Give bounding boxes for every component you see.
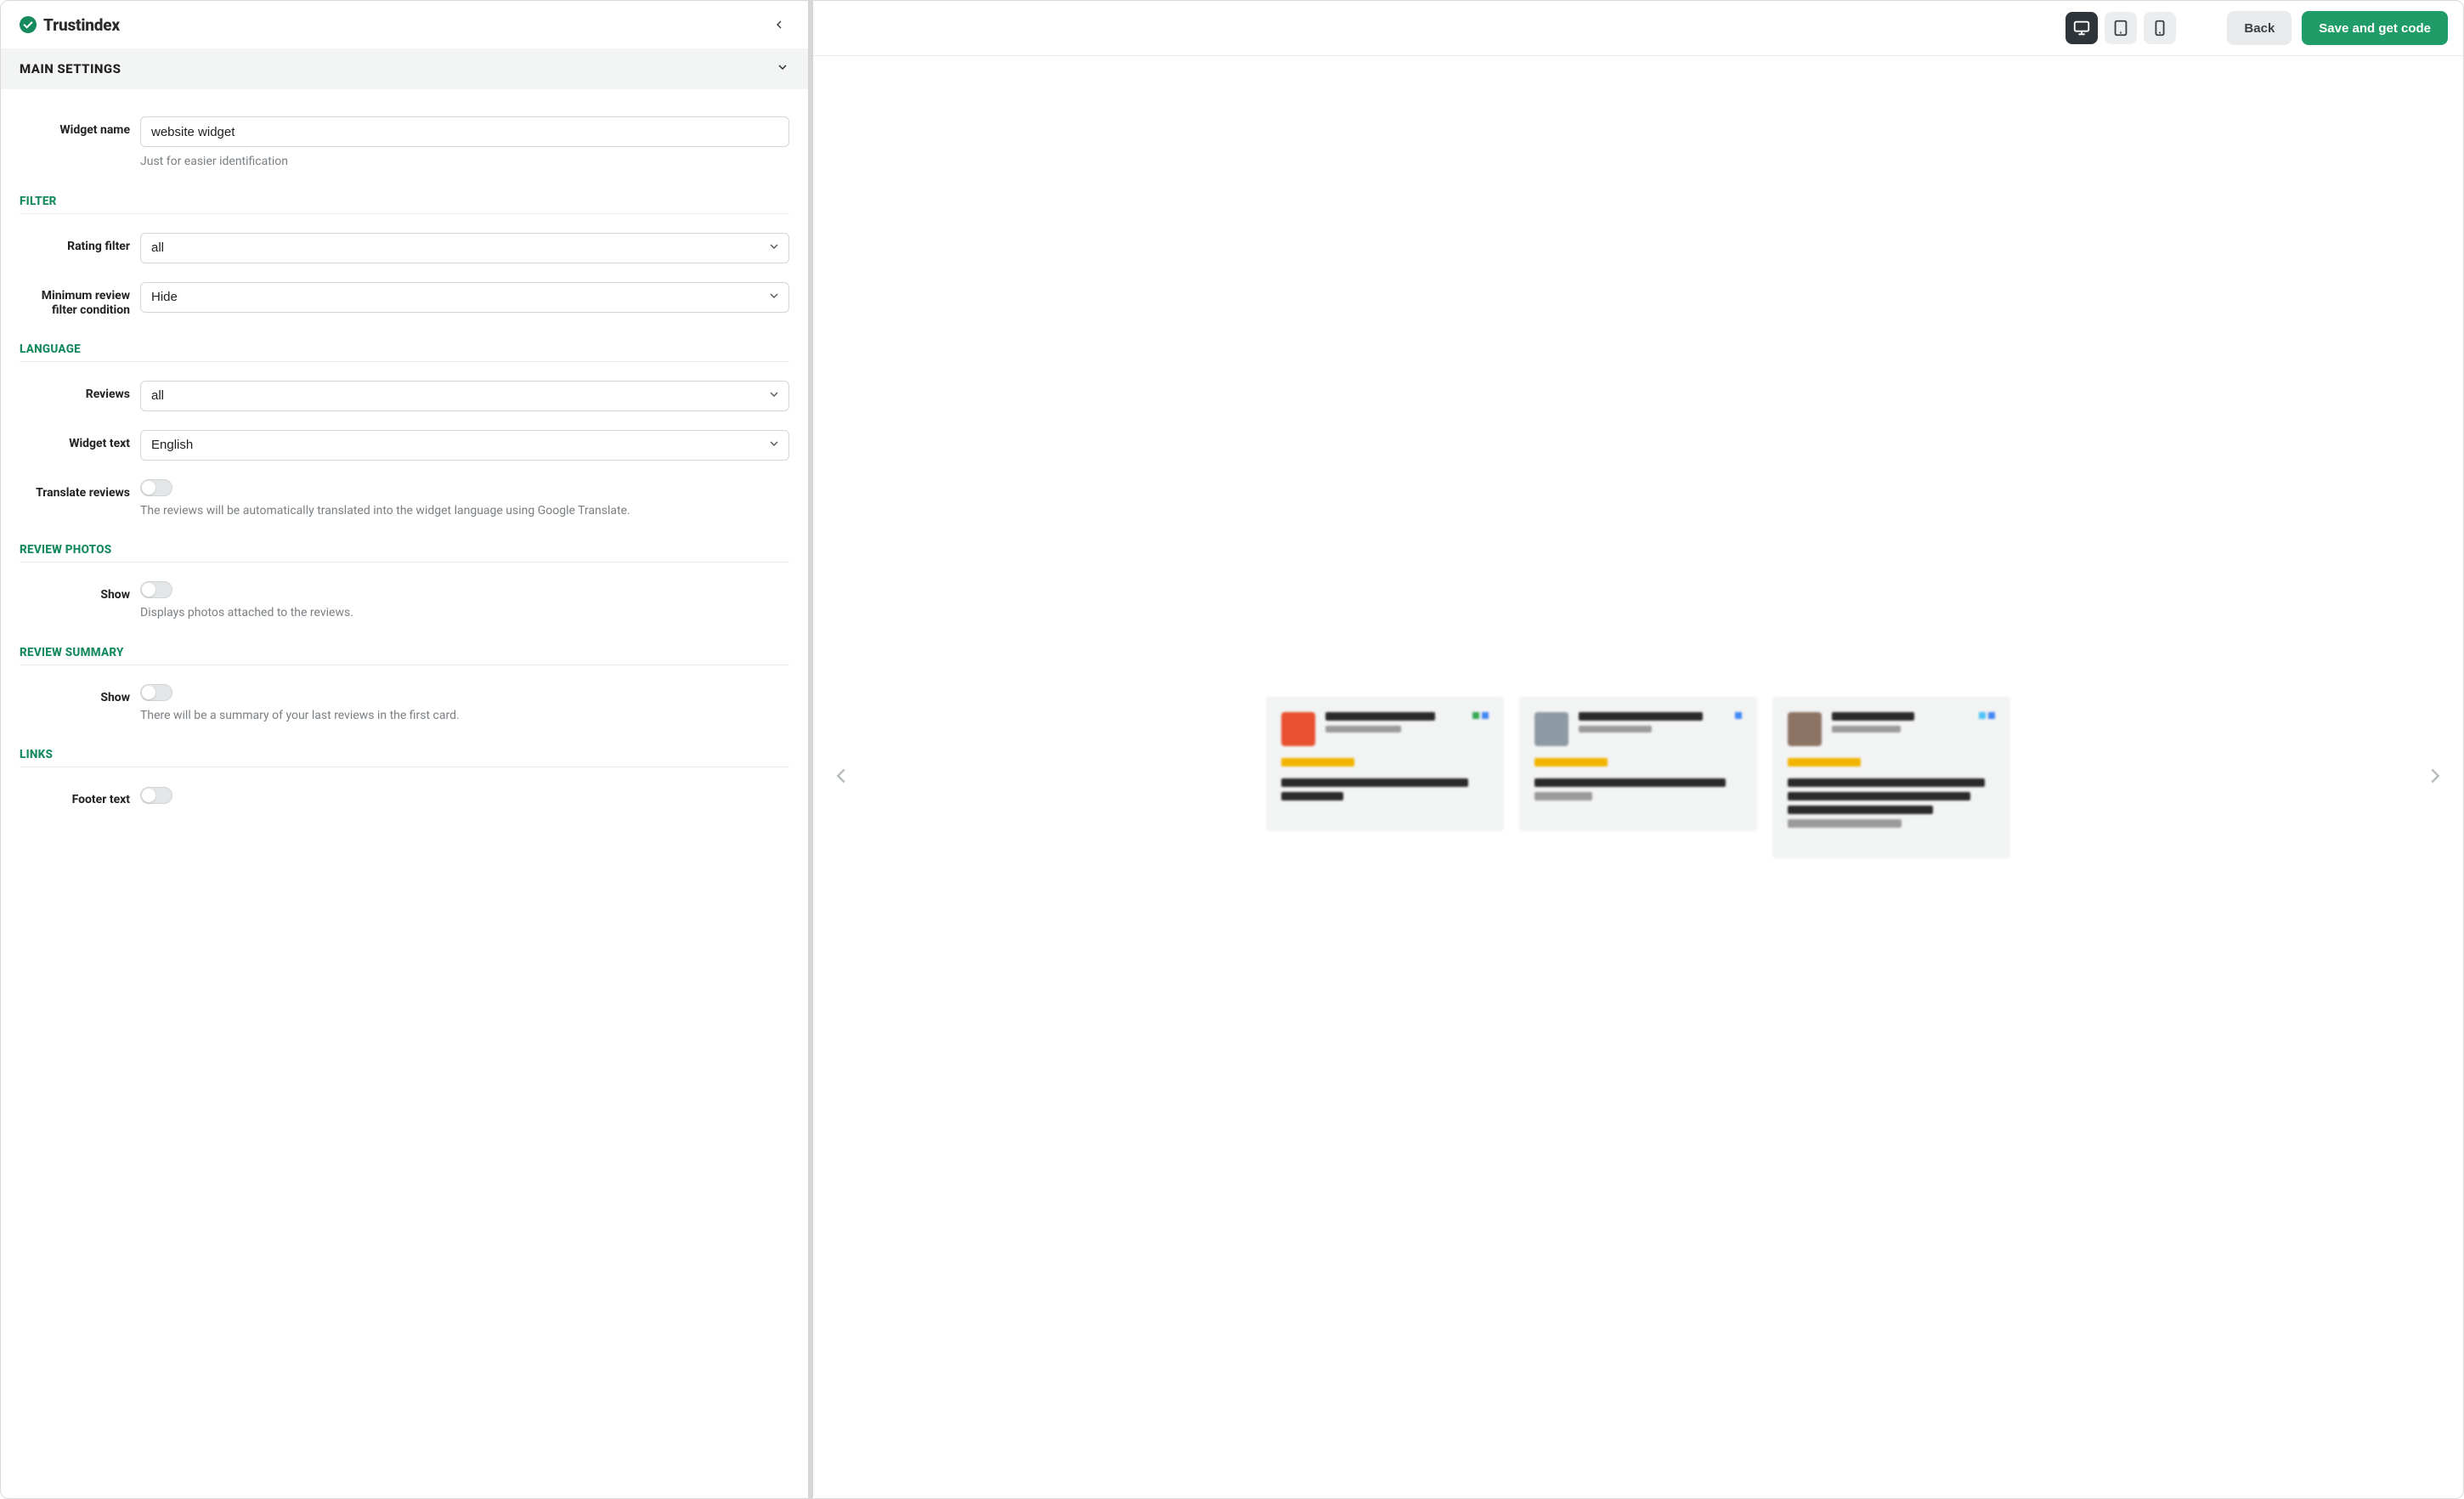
collapse-sidebar-button[interactable] bbox=[767, 13, 791, 37]
group-links: LINKS bbox=[20, 748, 789, 767]
review-cards bbox=[1266, 697, 2010, 858]
chevron-right-icon bbox=[2422, 763, 2448, 789]
avatar bbox=[1534, 712, 1568, 746]
hint-summary: There will be a summary of your last rev… bbox=[140, 708, 789, 725]
min-review-select[interactable]: Hide bbox=[140, 282, 789, 313]
hint-translate: The reviews will be automatically transl… bbox=[140, 503, 789, 520]
widget-text-select[interactable]: English bbox=[140, 430, 789, 461]
mobile-icon bbox=[2150, 19, 2169, 37]
brand-check-icon bbox=[20, 16, 37, 33]
device-mobile-button[interactable] bbox=[2144, 12, 2176, 44]
label-footer-text: Footer text bbox=[20, 786, 130, 808]
group-filter: FILTER bbox=[20, 195, 789, 214]
label-reviews-lang: Reviews bbox=[20, 381, 130, 403]
label-min-review: Minimum review filter condition bbox=[20, 282, 130, 319]
reviews-lang-select[interactable]: all bbox=[140, 381, 789, 411]
row-summary-show: Show There will be a summary of your las… bbox=[20, 684, 789, 725]
prev-arrow[interactable] bbox=[828, 763, 854, 792]
label-widget-name: Widget name bbox=[20, 116, 130, 139]
device-switcher bbox=[2066, 12, 2176, 44]
back-button[interactable]: Back bbox=[2227, 11, 2292, 45]
row-reviews-lang: Reviews all bbox=[20, 381, 789, 411]
row-photos-show: Show Displays photos attached to the rev… bbox=[20, 581, 789, 622]
preview-canvas bbox=[813, 56, 2463, 1498]
next-arrow[interactable] bbox=[2422, 763, 2448, 792]
section-title: MAIN SETTINGS bbox=[20, 61, 121, 76]
chevron-down-icon bbox=[776, 60, 789, 77]
rating-filter-select[interactable]: all bbox=[140, 233, 789, 263]
label-summary-show: Show bbox=[20, 684, 130, 706]
sidebar: Trustindex MAIN SETTINGS Widget name Jus… bbox=[1, 1, 813, 1498]
tablet-icon bbox=[2111, 19, 2130, 37]
brand: Trustindex bbox=[20, 15, 120, 35]
row-translate-reviews: Translate reviews The reviews will be au… bbox=[20, 479, 789, 520]
main-area: Back Save and get code bbox=[813, 1, 2463, 1498]
group-language: LANGUAGE bbox=[20, 342, 789, 362]
avatar bbox=[1788, 712, 1822, 746]
chevron-left-icon bbox=[828, 763, 854, 789]
group-photos: REVIEW PHOTOS bbox=[20, 543, 789, 563]
row-widget-text-lang: Widget text English bbox=[20, 430, 789, 461]
translate-toggle[interactable] bbox=[140, 479, 172, 496]
hint-widget-name: Just for easier identification bbox=[140, 154, 789, 171]
footer-text-toggle[interactable] bbox=[140, 787, 172, 804]
topbar: Back Save and get code bbox=[813, 1, 2463, 56]
desktop-icon bbox=[2072, 19, 2091, 37]
chevron-left-icon bbox=[772, 18, 786, 31]
section-main-settings[interactable]: MAIN SETTINGS bbox=[1, 48, 808, 89]
row-widget-name: Widget name Just for easier identificati… bbox=[20, 116, 789, 171]
settings-panel: Widget name Just for easier identificati… bbox=[1, 89, 808, 842]
review-card bbox=[1519, 697, 1757, 831]
widget-name-input[interactable] bbox=[140, 116, 789, 147]
device-desktop-button[interactable] bbox=[2066, 12, 2098, 44]
sidebar-header: Trustindex bbox=[1, 1, 808, 48]
platform-icon bbox=[1979, 712, 1995, 719]
app-frame: Trustindex MAIN SETTINGS Widget name Jus… bbox=[0, 0, 2464, 1499]
photos-show-toggle[interactable] bbox=[140, 581, 172, 598]
label-rating-filter: Rating filter bbox=[20, 233, 130, 255]
label-translate: Translate reviews bbox=[20, 479, 130, 501]
hint-photos: Displays photos attached to the reviews. bbox=[140, 605, 789, 622]
review-card bbox=[1772, 697, 2010, 858]
platform-icon bbox=[1472, 712, 1489, 719]
platform-icon bbox=[1735, 712, 1742, 719]
summary-show-toggle[interactable] bbox=[140, 684, 172, 701]
group-summary: REVIEW SUMMARY bbox=[20, 646, 789, 665]
label-photos-show: Show bbox=[20, 581, 130, 603]
row-rating-filter: Rating filter all bbox=[20, 233, 789, 263]
save-button[interactable]: Save and get code bbox=[2302, 11, 2448, 45]
avatar bbox=[1281, 712, 1315, 746]
device-tablet-button[interactable] bbox=[2105, 12, 2137, 44]
brand-name: Trustindex bbox=[43, 15, 120, 35]
row-footer-text: Footer text bbox=[20, 786, 789, 808]
row-min-review: Minimum review filter condition Hide bbox=[20, 282, 789, 319]
review-card bbox=[1266, 697, 1504, 831]
label-widget-text: Widget text bbox=[20, 430, 130, 452]
